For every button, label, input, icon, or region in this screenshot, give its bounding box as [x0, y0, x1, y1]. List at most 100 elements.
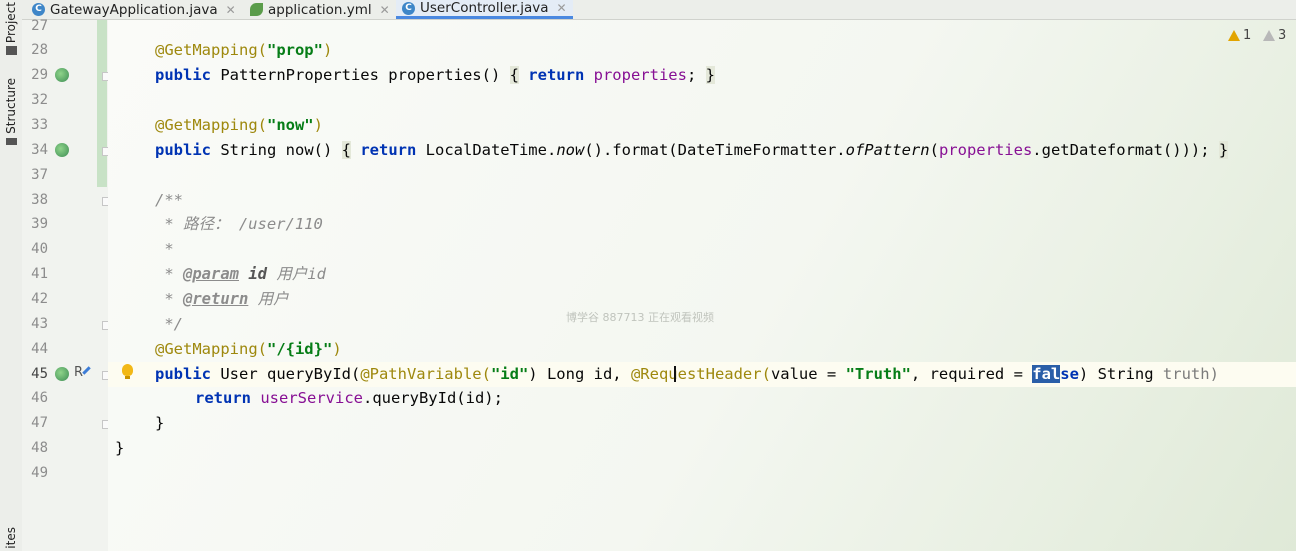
annotation: @PathVariable( — [360, 365, 491, 383]
weak-warning-icon — [1263, 30, 1275, 41]
code-line-39[interactable]: * 路径： /user/110 — [155, 212, 323, 237]
code-line-29[interactable]: public PatternProperties properties() { … — [155, 63, 715, 88]
code-text: ().format(DateTimeFormatter. — [584, 141, 846, 159]
code-line-42[interactable]: * @return 用户 — [155, 287, 289, 312]
structure-tool-tab[interactable]: Structure — [4, 78, 18, 134]
annotation: @GetMapping( — [155, 116, 267, 134]
code-line-44[interactable]: @GetMapping("/{id}") — [155, 337, 342, 362]
code-text: ) String — [1078, 365, 1163, 383]
close-icon[interactable]: ✕ — [557, 1, 567, 15]
line-number: 44 — [31, 341, 48, 357]
folder-icon — [6, 46, 17, 55]
line-number: 39 — [31, 216, 48, 232]
line-number: 43 — [31, 316, 48, 332]
keyword: return — [195, 389, 261, 407]
tab-gateway-application[interactable]: C GatewayApplication.java ✕ — [32, 0, 236, 19]
line-number: 33 — [31, 117, 48, 133]
line-number: 42 — [31, 291, 48, 307]
line-number: 46 — [31, 390, 48, 406]
line-number: 47 — [31, 415, 48, 431]
unused-param: truth) — [1162, 365, 1219, 383]
keyword: public — [155, 365, 211, 383]
project-tool-tab[interactable]: Project — [4, 2, 18, 43]
field-ref: userService — [260, 389, 363, 407]
text-selection: fal — [1032, 365, 1061, 383]
warning-counter[interactable]: 1 — [1228, 28, 1251, 43]
javadoc-tag: @param — [183, 265, 239, 283]
method-signature: String now() — [211, 141, 342, 159]
code-line-40[interactable]: * — [155, 237, 173, 262]
mouse-ibeam-cursor — [674, 366, 676, 382]
brace: { — [341, 141, 351, 159]
structure-icon — [6, 138, 17, 145]
code-text: value = — [770, 365, 846, 383]
line-number: 40 — [31, 241, 48, 257]
line-number: 29 — [31, 67, 48, 83]
line-number: 48 — [31, 440, 48, 456]
method-signature: PatternProperties properties() — [211, 66, 510, 84]
code-line-33[interactable]: @GetMapping("now") — [155, 113, 323, 138]
javadoc-tag: @return — [183, 290, 249, 308]
param-name: id — [239, 265, 267, 283]
annotation: ) — [313, 116, 323, 134]
tool-window-strip: Project Structure ites — [0, 0, 23, 551]
string-literal: "/{id}" — [266, 340, 333, 358]
code-text: , required = — [910, 365, 1033, 383]
code-text: User queryById( — [211, 365, 361, 383]
line-number: 32 — [31, 92, 48, 108]
code-line-28[interactable]: @GetMapping("prop") — [155, 38, 332, 63]
tab-application-yml[interactable]: application.yml ✕ — [250, 0, 390, 19]
code-line-46[interactable]: return userService.queryById(id); — [195, 386, 503, 411]
lightbulb-icon[interactable] — [122, 364, 133, 379]
tab-user-controller[interactable]: C UserController.java ✕ — [396, 0, 573, 19]
field-ref: properties — [593, 66, 687, 84]
keyword: se — [1060, 365, 1079, 383]
close-icon[interactable]: ✕ — [226, 3, 236, 17]
code-line-41[interactable]: * @param id 用户id — [155, 262, 326, 287]
keyword: public — [155, 66, 211, 84]
annotation: @GetMapping( — [155, 41, 267, 59]
annotation: @RequestHeader( — [630, 365, 771, 383]
line-number: 38 — [31, 192, 48, 208]
spring-bean-icon[interactable] — [55, 68, 69, 82]
close-icon[interactable]: ✕ — [380, 3, 390, 17]
comment-text: * — [155, 265, 183, 283]
code-text: ) Long id, — [528, 365, 631, 383]
keyword: return — [518, 66, 594, 84]
line-number: 28 — [31, 42, 48, 58]
string-literal: "prop" — [266, 41, 323, 59]
comment-text: 用户 — [248, 290, 289, 308]
code-line-45[interactable]: public User queryById(@PathVariable("id"… — [155, 362, 1219, 387]
code-line-47[interactable]: } — [155, 411, 164, 436]
string-literal: "now" — [266, 116, 314, 134]
spring-bean-icon[interactable] — [55, 367, 69, 381]
static-call: ofPattern — [845, 141, 930, 159]
comment-text: * — [155, 290, 183, 308]
brace: { — [509, 66, 519, 84]
brace: } — [705, 66, 715, 84]
code-text: ; — [686, 66, 706, 84]
yml-leaf-icon — [250, 3, 263, 16]
line-number: 45 — [31, 366, 48, 382]
code-line-38[interactable]: /** — [155, 188, 183, 213]
code-line-34[interactable]: public String now() { return LocalDateTi… — [155, 138, 1229, 163]
code-text: .queryById(id); — [362, 389, 503, 407]
spring-bean-icon[interactable] — [55, 143, 69, 157]
field-ref: properties — [938, 141, 1033, 159]
video-watermark: 博学谷 887713 正在观看视频 — [566, 311, 714, 324]
code-line-43[interactable]: */ — [155, 312, 183, 337]
code-text: .getDateformat())); — [1032, 141, 1219, 159]
vcs-change-marker[interactable] — [97, 20, 107, 187]
favorites-tool-tab[interactable]: ites — [4, 527, 18, 549]
warning-icon — [1228, 30, 1240, 41]
code-line-48[interactable]: } — [115, 436, 124, 461]
tab-label: GatewayApplication.java — [50, 1, 218, 18]
string-literal: "Truth" — [845, 365, 911, 383]
annotation: ) — [322, 41, 333, 59]
weak-warning-counter[interactable]: 3 — [1263, 28, 1286, 43]
editor-tab-bar: C GatewayApplication.java ✕ application.… — [22, 0, 1296, 20]
code-text: ( — [929, 141, 939, 159]
line-number: 49 — [31, 465, 48, 481]
comment-text: 用户id — [267, 265, 326, 283]
brace: } — [1218, 141, 1229, 159]
